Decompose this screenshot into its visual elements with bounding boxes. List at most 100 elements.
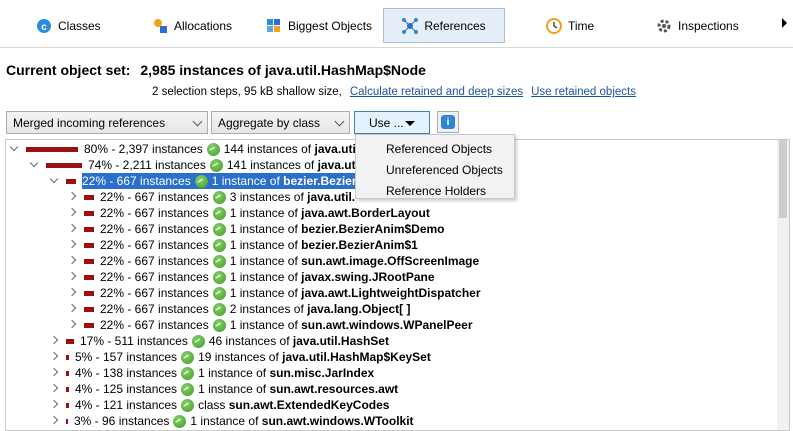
percentage-bar (66, 370, 69, 376)
instance-count: 2 instances of (229, 302, 308, 316)
instance-percentage: 22% - 667 instances (100, 206, 209, 220)
expand-toggle-icon[interactable] (50, 349, 60, 365)
expand-toggle-icon[interactable] (50, 397, 60, 413)
vertical-scrollbar[interactable] (777, 140, 789, 430)
use-retained-objects-link[interactable]: Use retained objects (531, 86, 636, 98)
instance-percentage: 4% - 138 instances (75, 366, 178, 380)
expand-toggle-icon[interactable] (50, 365, 60, 381)
tab-classes[interactable]: c Classes (26, 8, 111, 43)
tab-label: Classes (58, 18, 101, 33)
instance-percentage: 22% - 667 instances (100, 302, 209, 316)
tree-row[interactable]: 4% - 125 instances 1 instance of sun.awt.… (50, 381, 398, 397)
tree-row[interactable]: 22% - 667 instances 1 instance of sun.awt… (68, 253, 479, 269)
percentage-bar (46, 162, 82, 168)
class-name: java.util.HashMap$KeySet (282, 350, 431, 364)
calculate-sizes-link[interactable]: Calculate retained and deep sizes (350, 86, 523, 98)
instance-percentage: 5% - 157 instances (75, 350, 178, 364)
expand-toggle-icon[interactable] (68, 269, 78, 285)
menu-item-referenced-objects[interactable]: Referenced Objects (356, 139, 514, 160)
instance-count: 1 instance of (190, 414, 262, 428)
expand-toggle-icon[interactable] (68, 205, 78, 221)
class-name: sun.awt.image.OffScreenImage (301, 254, 480, 268)
tree-row[interactable]: 22% - 667 instances 3 instances of java.u… (68, 189, 355, 205)
tab-allocations[interactable]: Allocations (142, 8, 242, 43)
tree-row[interactable]: 22% - 667 instances 2 instances of java.l… (68, 301, 410, 317)
selection-steps-text: 2 selection steps, 95 kB shallow size, (152, 86, 342, 98)
tab-biggest-objects[interactable]: Biggest Objects (256, 8, 382, 43)
class-name: bezier.Bezier (283, 174, 357, 188)
tree-row-content: 5% - 157 instances 19 instances of java.u… (75, 349, 431, 365)
expand-toggle-icon[interactable] (68, 285, 78, 301)
info-button[interactable]: i (437, 111, 459, 133)
expand-toggle-icon[interactable] (50, 333, 60, 349)
percentage-bar (84, 210, 94, 216)
collapse-toggle-icon[interactable] (30, 157, 40, 173)
reference-arrow-icon (212, 222, 226, 236)
tree-row-content: 22% - 667 instances 1 instance of bezier.… (82, 173, 361, 189)
use-dropdown-menu: Referenced Objects Unreferenced Objects … (355, 134, 515, 199)
tab-inspections[interactable]: Inspections (646, 8, 749, 43)
tree-row[interactable]: 22% - 667 instances 1 instance of java.aw… (68, 285, 481, 301)
more-tabs-arrow-icon[interactable] (782, 18, 787, 28)
tree-row[interactable]: 3% - 96 instances 1 instance of sun.awt.w… (50, 413, 414, 429)
instance-percentage: 3% - 96 instances (74, 414, 170, 428)
tree-row-content: 80% - 2,397 instances 144 instances of ja… (84, 141, 385, 157)
instance-count: 3 instances of (229, 190, 308, 204)
tree-row[interactable]: 22% - 667 instances 1 instance of bezier.… (50, 173, 361, 189)
tree-row[interactable]: 4% - 138 instances 1 instance of sun.misc… (50, 365, 374, 381)
tree-row[interactable]: 22% - 667 instances 1 instance of bezier.… (68, 237, 418, 253)
aggregation-value: Aggregate by class (218, 115, 321, 130)
reference-arrow-icon (212, 190, 226, 204)
tree-row[interactable]: 74% - 2,211 instances 141 instances of ja… (30, 157, 362, 173)
title-label: Current object set: (6, 62, 131, 78)
instance-count: 1 instance of (198, 366, 270, 380)
use-dropdown-button[interactable]: Use ... (354, 111, 430, 134)
tree-row[interactable]: 22% - 667 instances 1 instance of javax.s… (68, 269, 435, 285)
tab-time[interactable]: Time (536, 8, 604, 43)
reference-arrow-icon (181, 398, 195, 412)
expand-toggle-icon[interactable] (68, 237, 78, 253)
tab-label: Biggest Objects (288, 18, 373, 33)
collapse-toggle-icon[interactable] (10, 141, 20, 157)
tree-row[interactable]: 22% - 667 instances 1 instance of sun.awt… (68, 317, 473, 333)
tree-row-content: 22% - 667 instances 1 instance of sun.awt… (100, 253, 479, 269)
reference-arrow-icon (212, 270, 226, 284)
tree-row[interactable]: 22% - 667 instances 1 instance of bezier.… (68, 221, 445, 237)
menu-item-unreferenced-objects[interactable]: Unreferenced Objects (356, 160, 514, 181)
tree-row[interactable]: 5% - 157 instances 19 instances of java.u… (50, 349, 431, 365)
expand-toggle-icon[interactable] (50, 413, 60, 429)
instance-percentage: 22% - 667 instances (100, 222, 209, 236)
tab-label: Inspections (678, 18, 739, 33)
class-name: sun.awt.windows.WToolkit (261, 414, 414, 428)
tree-row[interactable]: 17% - 511 instances 46 instances of java.… (50, 333, 389, 349)
reference-mode-select[interactable]: Merged incoming references (6, 111, 208, 134)
expand-toggle-icon[interactable] (68, 189, 78, 205)
expand-toggle-icon[interactable] (68, 253, 78, 269)
tree-row[interactable]: 4% - 121 instances class sun.awt.Extended… (50, 397, 389, 413)
collapse-toggle-icon[interactable] (50, 173, 60, 189)
percentage-bar (66, 354, 69, 360)
aggregation-select[interactable]: Aggregate by class (211, 111, 350, 134)
tree-row[interactable]: 80% - 2,397 instances 144 instances of ja… (10, 141, 385, 157)
expand-toggle-icon[interactable] (68, 221, 78, 237)
percentage-bar (84, 258, 94, 264)
menu-item-reference-holders[interactable]: Reference Holders (356, 181, 514, 202)
tree-row[interactable]: 22% - 667 instances 1 instance of java.aw… (68, 205, 430, 221)
dropdown-triangle-icon (405, 121, 415, 126)
instance-count: 1 instance of (229, 286, 302, 300)
instance-count: 141 instances of (226, 158, 318, 172)
instance-percentage: 4% - 125 instances (75, 382, 178, 396)
expand-toggle-icon[interactable] (50, 381, 60, 397)
tab-references[interactable]: References (383, 8, 505, 43)
tree-row-content: 74% - 2,211 instances 141 instances of ja… (88, 157, 362, 173)
tree-row-content: 22% - 667 instances 1 instance of sun.awt… (100, 317, 473, 333)
instance-percentage: 22% - 667 instances (100, 318, 209, 332)
expand-toggle-icon[interactable] (68, 317, 78, 333)
title-value: 2,985 instances of java.util.HashMap$Nod… (140, 62, 426, 78)
reference-arrow-icon (212, 302, 226, 316)
reference-arrow-icon (212, 254, 226, 268)
expand-toggle-icon[interactable] (68, 301, 78, 317)
scrollbar-thumb[interactable] (779, 140, 787, 218)
page-title: Current object set: 2,985 instances of j… (6, 62, 426, 78)
instance-count: 1 instance of (229, 254, 302, 268)
